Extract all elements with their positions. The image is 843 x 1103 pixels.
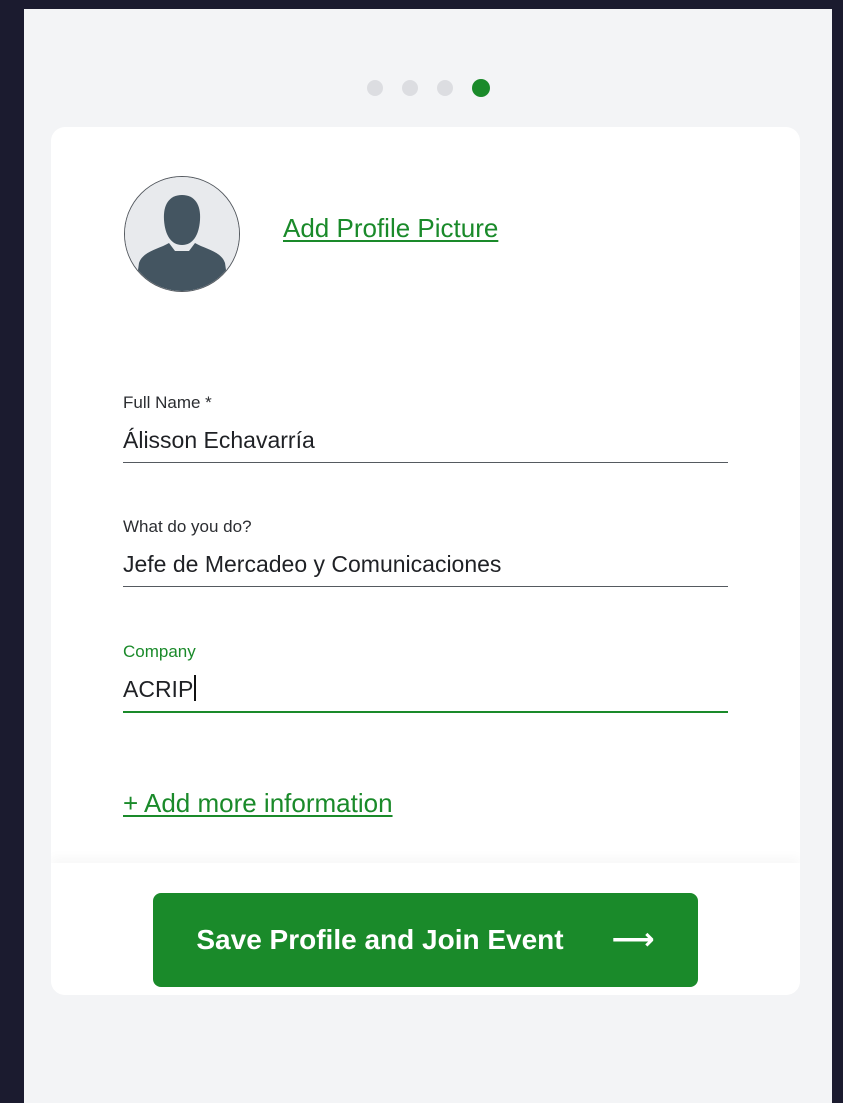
- step-dot-4-active: [471, 79, 490, 97]
- step-dot-3: [436, 80, 453, 96]
- step-indicator: [24, 78, 832, 98]
- company-input-wrapper[interactable]: ACRIP: [123, 675, 196, 711]
- avatar[interactable]: [124, 176, 240, 292]
- full-name-field[interactable]: Full Name * Álisson Echavarría: [123, 393, 728, 463]
- save-button-label: Save Profile and Join Event: [196, 924, 564, 955]
- role-field[interactable]: What do you do? Jefe de Mercadeo y Comun…: [123, 517, 728, 587]
- onboarding-panel: Add Profile Picture Full Name * Álisson …: [24, 9, 832, 1103]
- full-name-input[interactable]: Álisson Echavarría: [123, 426, 315, 462]
- step-dot-2: [401, 80, 418, 96]
- step-dot-1: [366, 80, 383, 96]
- arrow-right-icon: ⟶: [611, 923, 655, 956]
- add-more-information-link[interactable]: + Add more information: [123, 788, 393, 819]
- company-input[interactable]: ACRIP: [123, 676, 193, 702]
- company-field[interactable]: Company ACRIP: [123, 642, 728, 713]
- role-input[interactable]: Jefe de Mercadeo y Comunicaciones: [123, 550, 501, 586]
- profile-card: Add Profile Picture Full Name * Álisson …: [51, 127, 800, 995]
- company-label: Company: [123, 642, 196, 661]
- role-label: What do you do?: [123, 517, 252, 536]
- full-name-label: Full Name *: [123, 393, 212, 412]
- save-profile-join-button[interactable]: Save Profile and Join Event ⟶: [153, 893, 698, 987]
- add-profile-picture-link[interactable]: Add Profile Picture: [283, 213, 498, 244]
- user-silhouette-icon: [125, 177, 239, 291]
- text-caret: [194, 675, 196, 701]
